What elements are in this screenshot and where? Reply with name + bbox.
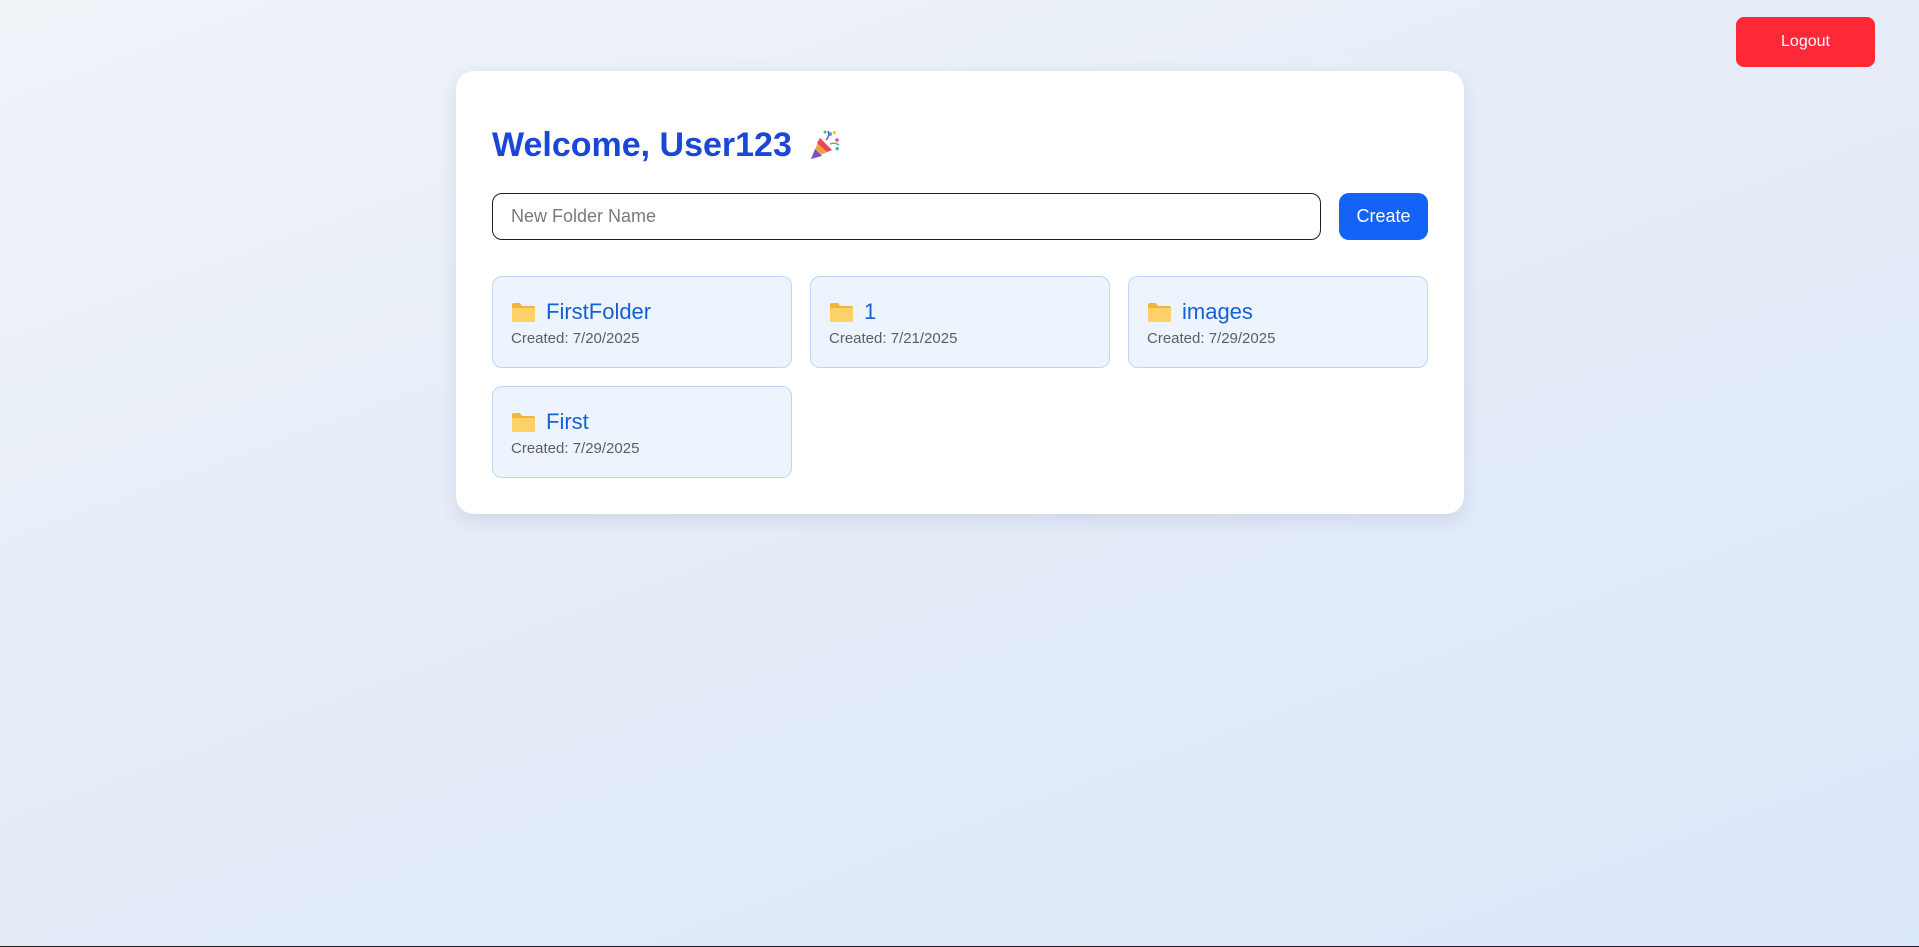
folder-created-date: Created: 7/29/2025	[511, 440, 640, 457]
folder-icon	[511, 302, 536, 323]
folder-card[interactable]: FirstFolder Created: 7/20/2025	[492, 276, 792, 368]
welcome-text: Welcome, User123	[492, 125, 792, 164]
dashboard-card: Welcome, User123 Create	[456, 71, 1464, 514]
folder-name: First	[546, 409, 589, 434]
new-folder-name-input[interactable]	[492, 193, 1321, 240]
folder-card[interactable]: 1 Created: 7/21/2025	[810, 276, 1110, 368]
folder-name: images	[1182, 299, 1253, 324]
create-folder-row: Create	[492, 193, 1428, 240]
party-popper-icon	[808, 128, 842, 162]
folder-created-date: Created: 7/20/2025	[511, 330, 640, 347]
folder-card[interactable]: First Created: 7/29/2025	[492, 386, 792, 478]
folder-created-date: Created: 7/21/2025	[829, 330, 958, 347]
folder-name: FirstFolder	[546, 299, 652, 324]
logout-button[interactable]: Logout	[1736, 17, 1875, 67]
folder-created-date: Created: 7/29/2025	[1147, 330, 1276, 347]
folder-name: 1	[864, 299, 877, 324]
create-button[interactable]: Create	[1339, 193, 1428, 240]
folder-icon	[511, 412, 536, 433]
folder-icon	[829, 302, 854, 323]
folder-list: FirstFolder Created: 7/20/2025 1 Created…	[492, 276, 1428, 478]
folder-card[interactable]: images Created: 7/29/2025	[1128, 276, 1428, 368]
folder-icon	[1147, 302, 1172, 323]
welcome-heading: Welcome, User123	[492, 125, 842, 165]
